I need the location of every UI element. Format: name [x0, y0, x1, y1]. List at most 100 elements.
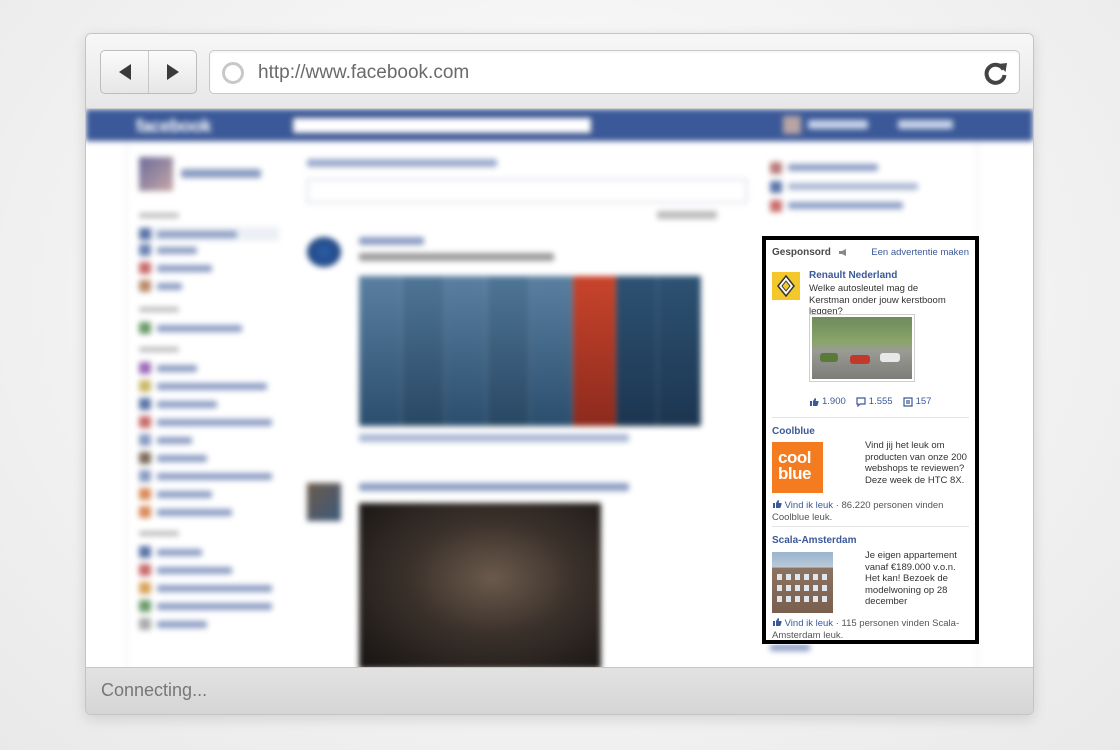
car [820, 353, 838, 362]
sidebar-item[interactable] [139, 618, 207, 630]
reload-icon[interactable] [983, 60, 1009, 86]
comment-icon [856, 396, 866, 407]
sort-link[interactable] [657, 211, 717, 219]
sidebar-item[interactable] [139, 600, 272, 612]
window [822, 574, 827, 580]
sidebar-item[interactable] [139, 398, 217, 410]
window [777, 585, 782, 591]
create-ad-link[interactable]: Een advertentie maken [871, 247, 969, 258]
ad-text-renault: Welke autosleutel mag de Kerstman onder … [809, 283, 946, 317]
window [795, 585, 800, 591]
comment-count[interactable]: 1.555 [856, 396, 893, 407]
status-text: Connecting... [101, 680, 208, 700]
share-icon [902, 396, 913, 407]
sidebar-item[interactable] [139, 262, 212, 274]
address-bar[interactable]: http://www.facebook.com [209, 50, 1020, 94]
post-avatar[interactable] [307, 483, 341, 521]
right-link[interactable] [770, 643, 810, 652]
ad-stats-renault: 1.900 1.555 157 [809, 396, 931, 407]
mink-image[interactable] [359, 503, 601, 669]
coolblue-logo-text-2: blue [778, 464, 811, 483]
thumbs-up-icon [810, 397, 819, 406]
coolblue-logo[interactable]: cool blue [772, 442, 823, 493]
profile-avatar[interactable] [139, 157, 173, 191]
share-count[interactable]: 157 [902, 396, 931, 407]
ad-social-scala: Vind ik leuk · 115 personen vinden Scala… [772, 617, 972, 641]
facebook-search-input[interactable] [292, 117, 592, 134]
like-link[interactable]: Vind ik leuk [785, 618, 833, 629]
sidebar-item[interactable] [139, 488, 212, 500]
forward-arrow-icon [166, 64, 179, 80]
sidebar-item[interactable] [139, 244, 197, 256]
thumbs-up-icon [773, 618, 782, 626]
status-tabs[interactable] [307, 159, 497, 167]
sidebar-item[interactable] [139, 564, 232, 576]
sidebar-item[interactable] [139, 322, 242, 334]
window [777, 574, 782, 580]
ad-title-scala[interactable]: Scala-Amsterdam [772, 535, 856, 546]
forward-button[interactable] [148, 51, 196, 93]
ad-image-renault[interactable] [809, 314, 915, 382]
window [795, 574, 800, 580]
renault-logo[interactable] [772, 272, 800, 300]
like-link[interactable]: Vind ik leuk [785, 500, 833, 511]
facebook-logo[interactable]: facebook [136, 116, 212, 137]
right-link[interactable] [770, 161, 878, 174]
section-header [139, 531, 179, 536]
sponsored-header: Gesponsord Een advertentie maken [772, 247, 969, 261]
right-link[interactable] [770, 199, 903, 212]
sidebar-item[interactable] [139, 416, 272, 428]
thumbs-up-icon [773, 500, 782, 508]
window [804, 585, 809, 591]
car [880, 353, 900, 362]
window [795, 596, 800, 602]
window [813, 585, 818, 591]
browser-status-bar: Connecting... [86, 667, 1033, 714]
renault-diamond-icon [777, 275, 795, 297]
ad-image-scala[interactable] [772, 552, 833, 613]
ad-text-coolblue: Vind jij het leuk om producten van onze … [865, 440, 967, 486]
sidebar-item[interactable] [139, 452, 207, 464]
user-name-link[interactable] [808, 120, 868, 129]
weather-image[interactable] [359, 276, 701, 426]
window [777, 596, 782, 602]
right-link[interactable] [770, 180, 918, 193]
post-author[interactable] [359, 483, 629, 491]
post-actions[interactable] [359, 434, 629, 442]
sponsored-ads-box: Gesponsord Een advertentie maken Renault… [762, 236, 979, 644]
sidebar-item[interactable] [139, 546, 202, 558]
sidebar-item[interactable] [139, 434, 192, 446]
nav-button-group [100, 50, 197, 94]
window [822, 596, 827, 602]
window [804, 596, 809, 602]
post-avatar[interactable] [307, 237, 341, 267]
section-header [139, 213, 179, 218]
sidebar-item[interactable] [139, 506, 232, 518]
sidebar-item[interactable] [139, 362, 197, 374]
ad-title-coolblue[interactable]: Coolblue [772, 426, 815, 437]
sidebar-item[interactable] [139, 280, 182, 292]
status-input[interactable] [307, 179, 747, 203]
sidebar-item[interactable] [139, 227, 279, 241]
window [786, 596, 791, 602]
post-author[interactable] [359, 237, 424, 245]
back-button[interactable] [101, 51, 148, 93]
sidebar-item[interactable] [139, 582, 272, 594]
sidebar-item[interactable] [139, 470, 272, 482]
back-arrow-icon [118, 64, 131, 80]
sidebar-item[interactable] [139, 380, 267, 392]
home-link[interactable] [898, 120, 953, 129]
ad-text-scala: Je eigen appartement vanaf €189.000 v.o.… [865, 550, 957, 607]
ad-social-coolblue: Vind ik leuk · 86.220 personen vinden Co… [772, 499, 972, 523]
ad-divider [772, 526, 969, 527]
post-text [359, 253, 554, 261]
user-avatar[interactable] [783, 116, 801, 134]
window [822, 585, 827, 591]
url-text[interactable]: http://www.facebook.com [258, 62, 469, 84]
ad-title-renault[interactable]: Renault Nederland [809, 270, 897, 281]
section-header [139, 307, 179, 312]
like-count[interactable]: 1.900 [809, 396, 846, 407]
section-header [139, 347, 179, 352]
profile-name[interactable] [181, 169, 261, 178]
window [813, 596, 818, 602]
